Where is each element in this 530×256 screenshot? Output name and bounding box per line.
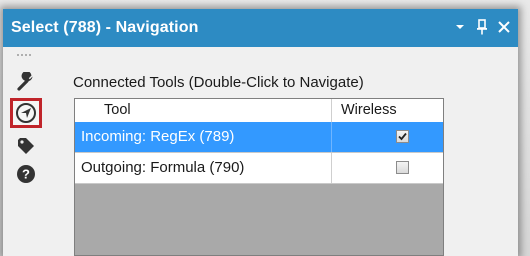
dropdown-icon[interactable] (452, 17, 468, 37)
wireless-checkbox[interactable] (396, 130, 409, 143)
window-titlebar: Select (788) - Navigation (3, 9, 518, 47)
grid-header: Tool Wireless (75, 99, 443, 123)
grip-icon[interactable] (16, 53, 32, 57)
pin-icon[interactable] (474, 17, 490, 37)
wireless-cell (332, 153, 443, 183)
connected-tools-label: Connected Tools (Double-Click to Navigat… (73, 74, 364, 91)
navigation-panel: Connected Tools (Double-Click to Navigat… (56, 47, 518, 256)
annotation-icon[interactable] (13, 133, 39, 159)
close-icon[interactable] (496, 17, 512, 37)
navigation-window: Select (788) - Navigation ? Connected To… (3, 9, 518, 256)
sidebar: ? (3, 47, 56, 256)
help-icon[interactable]: ? (13, 161, 39, 187)
window-controls (452, 17, 512, 37)
connected-tools-grid[interactable]: Tool Wireless Incoming: RegEx (789) Outg… (74, 98, 444, 256)
tool-cell[interactable]: Outgoing: Formula (790) (75, 153, 332, 183)
navigation-icon[interactable] (10, 98, 42, 128)
column-header-wireless[interactable]: Wireless (332, 99, 443, 122)
wireless-cell (332, 122, 443, 152)
table-row[interactable]: Outgoing: Formula (790) (75, 153, 443, 184)
window-title: Select (788) - Navigation (11, 19, 199, 36)
wireless-checkbox[interactable] (396, 161, 409, 174)
tool-cell[interactable]: Incoming: RegEx (789) (75, 122, 332, 152)
column-header-tool[interactable]: Tool (75, 99, 332, 122)
svg-text:?: ? (22, 167, 30, 182)
table-row[interactable]: Incoming: RegEx (789) (75, 122, 443, 153)
configuration-icon[interactable] (13, 69, 39, 95)
